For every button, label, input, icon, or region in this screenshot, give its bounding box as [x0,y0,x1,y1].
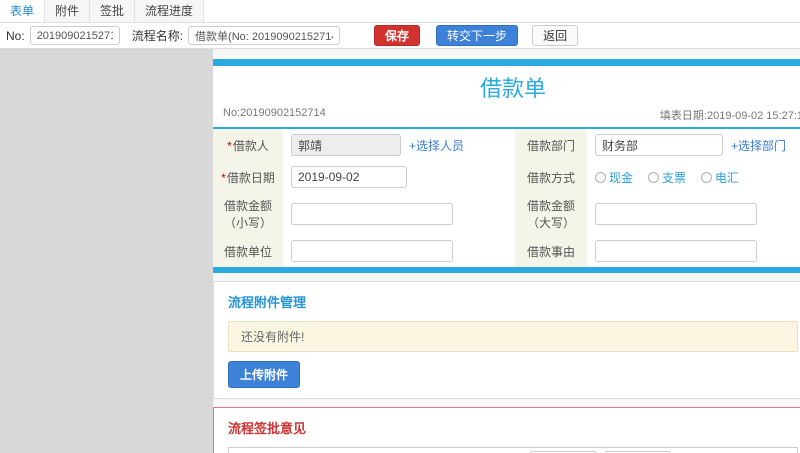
radio-circle-icon[interactable] [595,171,606,183]
panel-bottom-bar [213,267,800,273]
approval-panel: 流程签批意见 B I abc [213,407,800,453]
borrow-unit-input[interactable] [291,240,453,262]
borrow-reason-input[interactable] [595,240,757,262]
no-input[interactable] [29,26,120,45]
forward-next-step-button[interactable]: 转交下一步 [436,25,519,46]
tab-attachments[interactable]: 附件 [45,0,91,22]
borrow-reason-label: 借款事由 [515,235,587,267]
loan-form-panel: 借款单 No:20190902152714 填表日期:2019-09-02 15… [213,59,800,273]
amount-uppercase-input[interactable] [595,203,757,225]
form-row-date-method: *借款日期 借款方式 现金 [213,161,800,193]
upload-attachment-button[interactable]: 上传附件 [228,361,301,388]
radio-circle-icon[interactable] [648,171,660,183]
borrower-label: *借款人 [213,129,283,161]
approval-heading: 流程签批意见 [228,421,307,436]
form-row-unit-reason: 借款单位 借款事由 [213,235,800,267]
flow-name-label: 流程名称: [131,29,184,43]
required-asterisk: * [227,138,232,153]
attachments-heading: 流程附件管理 [228,295,307,310]
no-label: No: [6,28,25,43]
borrow-date-label: *借款日期 [213,161,283,193]
no-attachments-message: 还没有附件! [228,321,798,352]
department-input[interactable] [595,134,723,156]
form-row-amount: 借款金额（小写） 借款金额（大写） [213,193,800,235]
flow-name-input[interactable] [188,26,341,45]
attachments-panel: 流程附件管理 还没有附件! 上传附件 [213,281,800,399]
borrow-unit-label: 借款单位 [213,235,283,267]
form-page: 借款单 No:20190902152714 填表日期:2019-09-02 15… [213,49,800,453]
amount-lowercase-input[interactable] [291,203,453,225]
select-department-link[interactable]: +选择部门 [731,137,786,154]
radio-cheque[interactable]: 支票 [648,169,686,186]
tab-form[interactable]: 表单 [0,0,46,22]
tab-approval[interactable]: 签批 [90,0,136,22]
form-table: *借款人 +选择人员 借款部门 +选择部门 [213,129,800,267]
department-label: 借款部门 [515,129,587,161]
select-person-link[interactable]: +选择人员 [409,137,464,154]
panel-top-bar [213,59,800,66]
form-date-text: 填表日期:2019-09-02 15:27:1 [659,110,800,122]
radio-cash[interactable]: 现金 [595,169,633,186]
radio-wire-transfer[interactable]: 电汇 [701,169,739,186]
save-button[interactable]: 保存 [374,25,421,46]
amount-uppercase-label: 借款金额（大写） [515,193,587,235]
form-row-borrower: *借款人 +选择人员 借款部门 +选择部门 [213,129,800,161]
content-area: 借款单 No:20190902152714 填表日期:2019-09-02 15… [0,49,800,453]
rich-text-editor: B I abc [228,447,798,453]
borrow-method-options: 现金 支票 电汇 [587,161,800,193]
editor-toolbar: B I abc [229,448,797,453]
borrow-date-input[interactable] [291,166,407,188]
required-asterisk: * [221,170,226,185]
borrow-method-label: 借款方式 [515,161,587,193]
borrower-input[interactable] [291,134,401,156]
toolbar: No: 流程名称: 保存 转交下一步 返回 [0,23,800,49]
tab-progress[interactable]: 流程进度 [135,0,205,22]
radio-circle-icon[interactable] [701,171,713,183]
form-subheader: No:20190902152714 填表日期:2019-09-02 15:27:… [213,106,800,129]
form-no-text: No:20190902152714 [223,107,326,119]
tab-bar: 表单 附件 签批 流程进度 [0,0,800,23]
amount-lowercase-label: 借款金额（小写） [213,193,283,235]
form-title: 借款单 [479,76,546,101]
back-button[interactable]: 返回 [532,25,579,46]
